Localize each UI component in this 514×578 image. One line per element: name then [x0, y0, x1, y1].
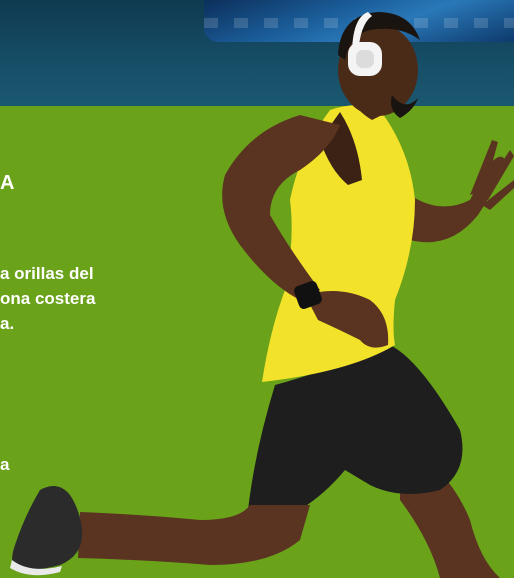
runner-illustration	[10, 12, 514, 578]
running-shoe	[12, 486, 83, 570]
headphone-cup	[356, 50, 374, 68]
front-leg	[78, 505, 310, 565]
